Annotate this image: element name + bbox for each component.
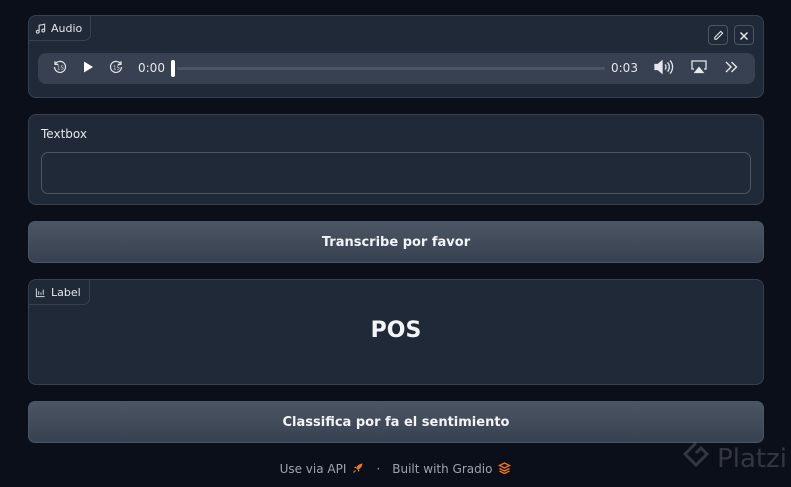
duration-time: 0:03 <box>611 61 638 75</box>
audio-player: 15 15 0:00 0:03 <box>38 53 755 84</box>
textbox-component: Textbox <box>28 114 764 205</box>
textbox-input[interactable] <box>41 152 751 194</box>
textbox-label: Textbox <box>41 127 87 141</box>
platzi-watermark: Platzi <box>681 440 787 477</box>
double-chevron-right-icon <box>723 59 739 78</box>
forward-15-button[interactable]: 15 <box>106 53 126 84</box>
built-with-gradio-link[interactable]: Built with Gradio <box>392 462 492 476</box>
playback-speed-button[interactable] <box>720 53 742 84</box>
svg-text:15: 15 <box>57 65 64 71</box>
label-tag-label: Label <box>51 285 81 299</box>
current-time: 0:00 <box>138 61 165 75</box>
audio-tag-label: Audio <box>51 21 83 35</box>
rocket-icon <box>352 462 364 477</box>
use-via-api-link[interactable]: Use via API <box>280 462 347 476</box>
clear-button[interactable] <box>734 25 754 45</box>
rewind-15-button[interactable]: 15 <box>50 53 70 84</box>
close-icon <box>739 26 749 45</box>
svg-text:15: 15 <box>113 65 120 71</box>
audio-tag: Audio <box>29 16 92 41</box>
footer: Use via API · Built with Gradio <box>0 459 791 479</box>
play-icon <box>81 59 95 78</box>
gradio-logo-icon <box>498 461 512 477</box>
classify-button[interactable]: Classifica por fa el sentimiento <box>28 401 764 443</box>
pencil-icon <box>713 26 724 45</box>
bar-chart-icon <box>35 287 46 298</box>
platzi-logo-icon <box>681 440 711 477</box>
transcribe-button[interactable]: Transcribe por favor <box>28 221 764 263</box>
seek-handle[interactable] <box>171 60 175 77</box>
label-tag: Label <box>29 280 90 305</box>
edit-button[interactable] <box>708 25 728 45</box>
volume-icon <box>653 59 675 79</box>
forward-15-icon: 15 <box>108 59 124 79</box>
airplay-button[interactable] <box>688 53 710 84</box>
label-component: Label POS <box>28 279 764 385</box>
predicted-label: POS <box>370 318 422 343</box>
footer-separator: · <box>376 462 381 476</box>
volume-button[interactable] <box>651 53 677 84</box>
rewind-15-icon: 15 <box>52 59 68 79</box>
play-button[interactable] <box>78 53 98 84</box>
music-note-icon <box>35 23 46 34</box>
watermark-text: Platzi <box>717 443 787 474</box>
audio-component: Audio 15 15 0:00 0:03 <box>28 15 764 98</box>
airplay-icon <box>690 59 708 78</box>
seek-bar[interactable] <box>177 67 605 70</box>
